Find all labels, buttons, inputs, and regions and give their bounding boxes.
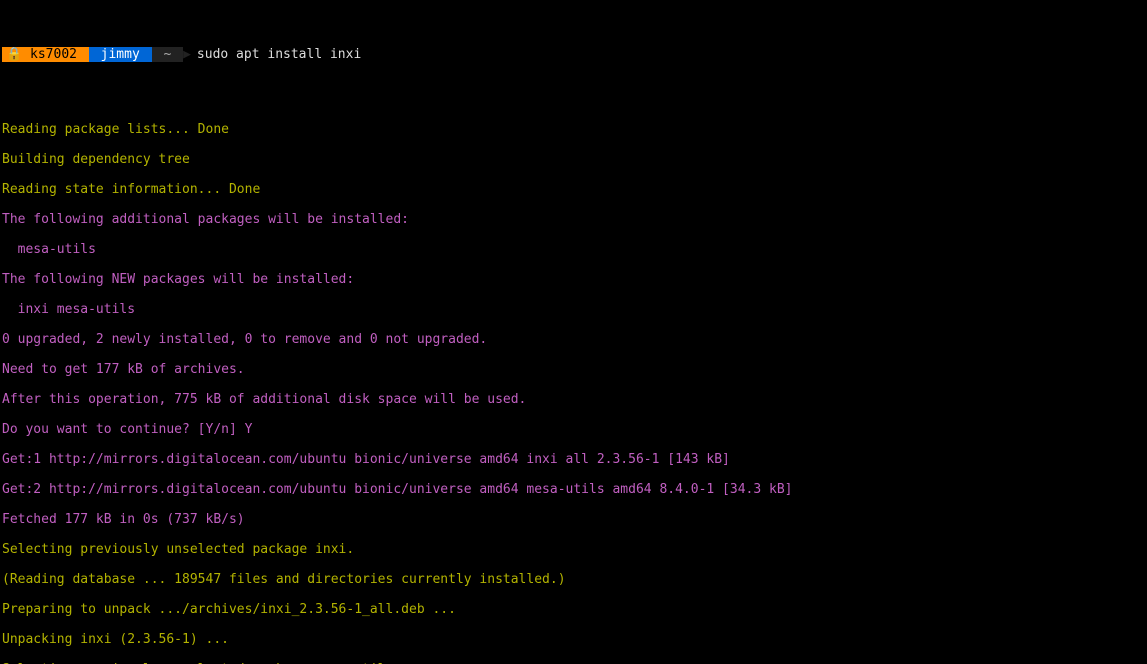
prompt-arrow-icon: ▶ xyxy=(183,47,191,62)
prompt-host: 🔒 ks7002 xyxy=(2,47,89,62)
terminal-window[interactable]: 🔒 ks7002 jimmy ~ ▶ sudo apt install inxi… xyxy=(0,0,1147,664)
apt-line: Reading package lists... Done xyxy=(2,122,1145,137)
apt-line: 0 upgraded, 2 newly installed, 0 to remo… xyxy=(2,332,1145,347)
apt-line: Selecting previously unselected package … xyxy=(2,542,1145,557)
apt-line: Unpacking inxi (2.3.56-1) ... xyxy=(2,632,1145,647)
prompt-user: jimmy xyxy=(89,47,152,62)
prompt-line-1: 🔒 ks7002 jimmy ~ ▶ sudo apt install inxi xyxy=(2,47,1145,62)
apt-line: Get:1 http://mirrors.digitalocean.com/ub… xyxy=(2,452,1145,467)
apt-line: Preparing to unpack .../archives/inxi_2.… xyxy=(2,602,1145,617)
apt-line: The following NEW packages will be insta… xyxy=(2,272,1145,287)
apt-line: mesa-utils xyxy=(2,242,1145,257)
apt-line: inxi mesa-utils xyxy=(2,302,1145,317)
apt-line: (Reading database ... 189547 files and d… xyxy=(2,572,1145,587)
apt-line: Need to get 177 kB of archives. xyxy=(2,362,1145,377)
apt-line: After this operation, 775 kB of addition… xyxy=(2,392,1145,407)
apt-line: Building dependency tree xyxy=(2,152,1145,167)
apt-line: Do you want to continue? [Y/n] Y xyxy=(2,422,1145,437)
lock-icon: 🔒 xyxy=(6,47,22,62)
apt-line: Get:2 http://mirrors.digitalocean.com/ub… xyxy=(2,482,1145,497)
command-input-1: sudo apt install inxi xyxy=(197,47,361,62)
apt-output: Reading package lists... Done Building d… xyxy=(2,107,1145,664)
prompt-path: ~ xyxy=(152,47,183,62)
apt-line: The following additional packages will b… xyxy=(2,212,1145,227)
apt-line: Fetched 177 kB in 0s (737 kB/s) xyxy=(2,512,1145,527)
apt-line: Reading state information... Done xyxy=(2,182,1145,197)
